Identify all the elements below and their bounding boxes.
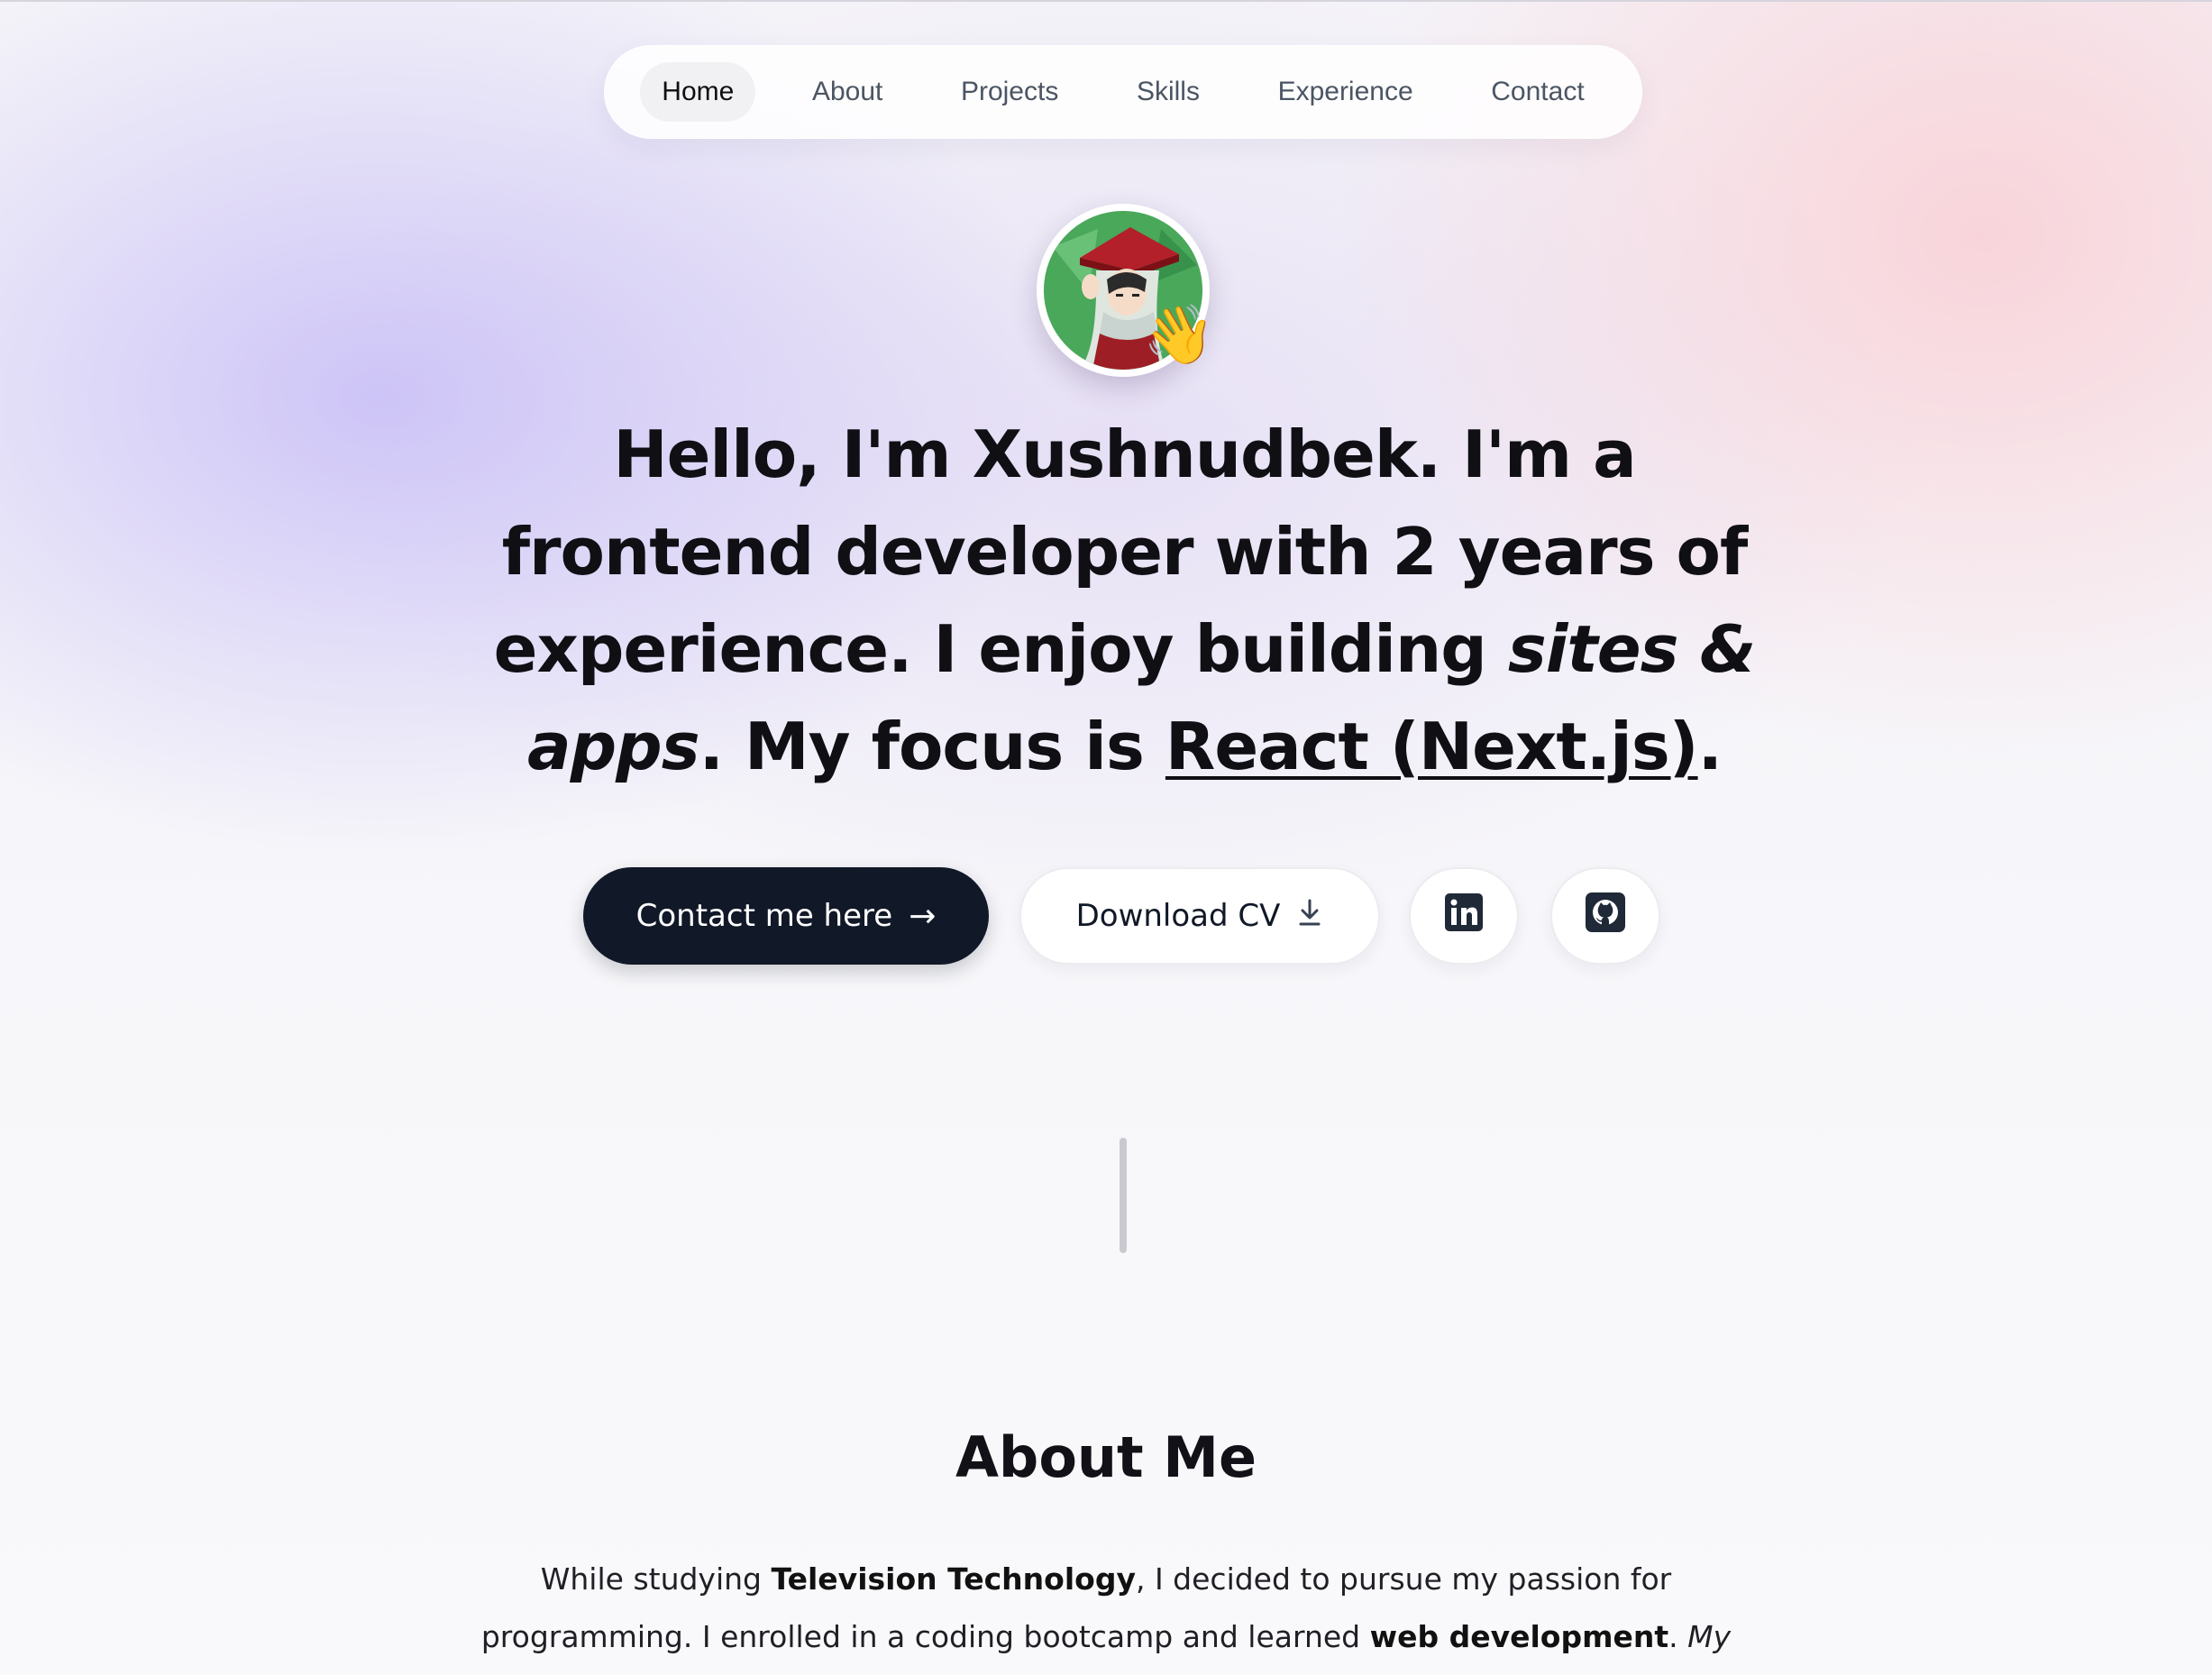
- nav-item-about[interactable]: About: [791, 62, 904, 122]
- nav-item-experience[interactable]: Experience: [1257, 62, 1435, 122]
- linkedin-icon: [1445, 892, 1483, 939]
- headline-years: 2 years: [1392, 514, 1656, 590]
- download-icon: [1296, 897, 1323, 936]
- headline-focus-link: React (Next.js): [1165, 709, 1699, 784]
- nav-item-home[interactable]: Home: [640, 62, 756, 122]
- about-text-webdev: web development: [1369, 1619, 1669, 1654]
- about-title: About Me: [955, 1424, 1257, 1490]
- scroll-divider: [1120, 1138, 1127, 1253]
- headline-text: .: [1697, 709, 1723, 784]
- contact-me-label: Contact me here: [635, 898, 893, 934]
- github-button[interactable]: [1550, 867, 1660, 965]
- headline-text: . My focus is: [699, 709, 1165, 784]
- download-cv-button[interactable]: Download CV: [1019, 867, 1380, 965]
- nav-item-contact[interactable]: Contact: [1469, 62, 1605, 122]
- avatar-container: 👋: [1037, 204, 1215, 377]
- hero-headline: Hello, I'm Xushnudbek. I'm a frontend de…: [469, 406, 1780, 795]
- headline-text: with: [1193, 514, 1393, 590]
- headline-greeting: Hello, I'm Xushnudbek.: [613, 416, 1441, 492]
- about-text-tv: Television Technology: [771, 1561, 1136, 1597]
- contact-me-button[interactable]: Contact me here →: [583, 867, 989, 965]
- about-text-part: .: [1668, 1619, 1688, 1654]
- about-text: While studying Television Technology, I …: [433, 1551, 1779, 1675]
- about-text-part: While studying: [540, 1561, 772, 1597]
- headline-role: frontend developer: [501, 514, 1194, 590]
- download-cv-label: Download CV: [1075, 898, 1281, 934]
- github-icon: [1586, 892, 1625, 940]
- headline-text: I'm a: [1440, 416, 1637, 492]
- top-border: [0, 0, 2212, 2]
- linkedin-button[interactable]: [1409, 867, 1519, 965]
- waving-hand-icon: 👋: [1143, 302, 1215, 369]
- top-navigation: Home About Projects Skills Experience Co…: [604, 45, 1642, 139]
- nav-item-skills[interactable]: Skills: [1115, 62, 1221, 122]
- arrow-right-icon: →: [909, 897, 937, 935]
- nav-item-projects[interactable]: Projects: [939, 62, 1080, 122]
